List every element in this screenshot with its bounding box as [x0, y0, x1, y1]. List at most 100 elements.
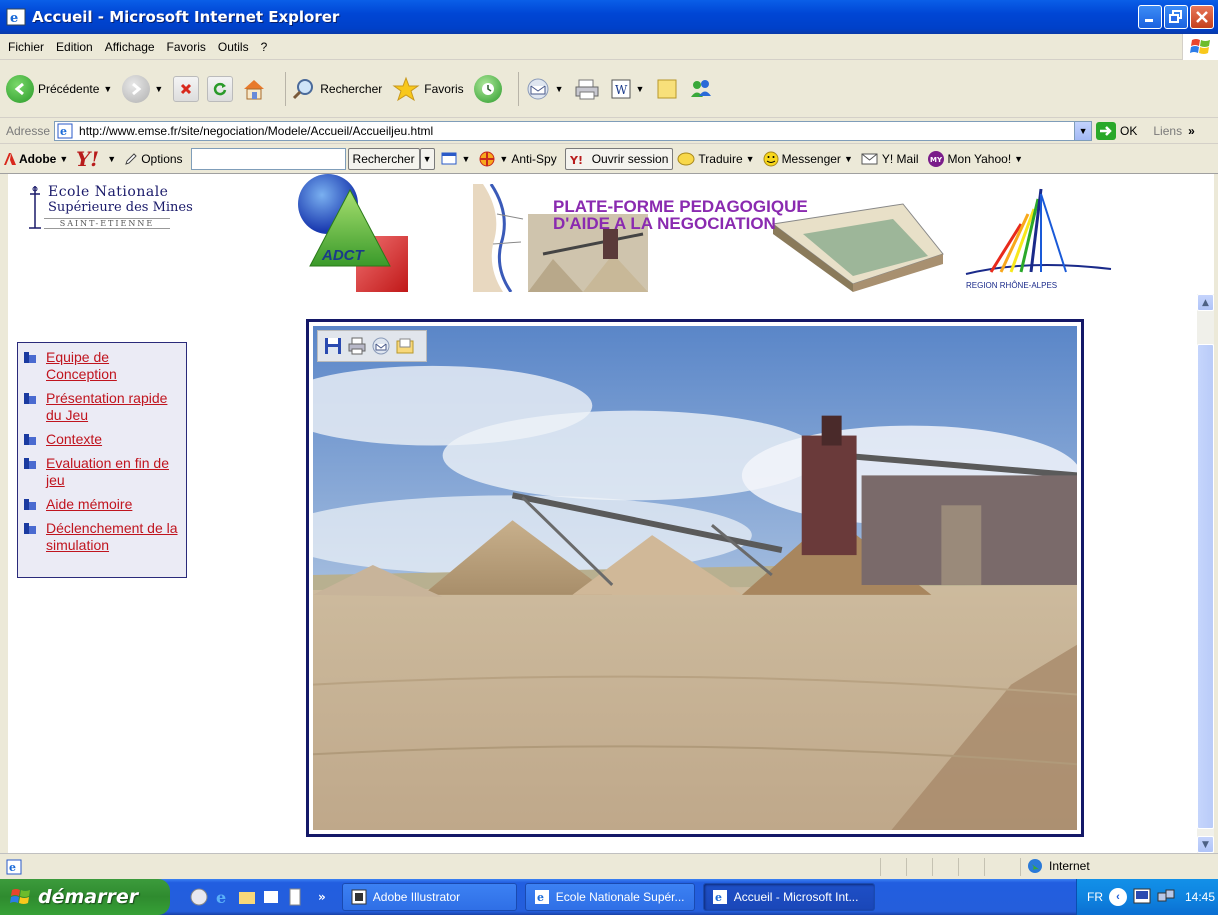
nav-item-contexte[interactable]: Contexte: [24, 431, 182, 448]
open-session-button[interactable]: Y! Ouvrir session: [564, 147, 674, 170]
print-icon[interactable]: [574, 76, 600, 102]
links-label[interactable]: Liens: [1153, 124, 1182, 138]
ymail-button[interactable]: Y! Mail: [861, 152, 919, 166]
forward-button[interactable]: ▼: [122, 74, 163, 103]
history-icon[interactable]: [473, 74, 502, 103]
restore-button[interactable]: [1164, 5, 1188, 29]
close-button[interactable]: [1190, 5, 1214, 29]
tray-collapse-icon[interactable]: ‹: [1109, 888, 1127, 906]
yahoo-dropdown-icon[interactable]: ▼: [107, 154, 116, 164]
tray-app-icon[interactable]: [1133, 888, 1151, 907]
quick-launch-more-icon[interactable]: »: [318, 890, 326, 904]
quick-launch-app-icon[interactable]: [190, 888, 208, 906]
print-image-icon[interactable]: [348, 337, 366, 355]
address-input[interactable]: e http://www.emse.fr/site/negociation/Mo…: [54, 120, 1093, 141]
adobe-button[interactable]: Adobe ▼: [4, 152, 68, 166]
school-logo[interactable]: Ecole Nationale Supérieure des Mines SAI…: [26, 184, 193, 229]
menu-fichier[interactable]: Fichier: [4, 40, 52, 54]
translate-button[interactable]: Traduire ▼: [677, 151, 755, 167]
options-button[interactable]: Options: [124, 152, 183, 166]
start-button[interactable]: démarrer: [0, 879, 170, 915]
nav-link-equipe[interactable]: Equipe de Conception: [46, 349, 182, 383]
yahoo-search-input[interactable]: [190, 147, 346, 170]
yahoo-logo-icon: Y!: [76, 149, 99, 169]
quick-launch-folder-icon[interactable]: [238, 888, 256, 906]
menu-edition[interactable]: Edition: [52, 40, 101, 54]
edit-button[interactable]: W ▼: [610, 78, 645, 100]
popup-dropdown-icon[interactable]: ▼: [462, 154, 471, 164]
search-dropdown-icon[interactable]: ▼: [419, 147, 435, 170]
antispy-icon: [479, 151, 495, 166]
back-button[interactable]: Précédente ▼: [6, 74, 112, 103]
clock[interactable]: 14:45: [1185, 890, 1215, 904]
popup-blocker-button[interactable]: ▼: [441, 152, 471, 166]
address-dropdown-icon[interactable]: ▼: [1074, 121, 1092, 140]
page-icon: e: [57, 123, 73, 138]
edit-dropdown-icon[interactable]: ▼: [636, 84, 645, 94]
nav-item-aide[interactable]: Aide mémoire: [24, 496, 182, 513]
scroll-down-icon[interactable]: ▼: [1197, 836, 1214, 853]
my-yahoo-button[interactable]: MY Mon Yahoo! ▼: [927, 150, 1023, 168]
translate-label: Traduire: [698, 151, 743, 166]
antispy-dropdown-icon[interactable]: ▼: [499, 154, 508, 164]
task-adobe-illustrator[interactable]: Adobe Illustrator: [341, 883, 517, 911]
messenger-dropdown-icon[interactable]: ▼: [844, 154, 853, 164]
quick-launch-outlook-icon[interactable]: [262, 888, 280, 906]
minimize-button[interactable]: [1138, 5, 1162, 29]
messenger-people-icon[interactable]: [688, 76, 714, 102]
home-icon[interactable]: [241, 76, 267, 102]
favorites-star-icon: [392, 76, 420, 101]
yahoo-search-button[interactable]: Rechercher: [347, 147, 420, 170]
task-accueil[interactable]: e Accueil - Microsoft Int...: [702, 883, 875, 911]
nav-item-declenchement[interactable]: Déclenchement de la simulation: [24, 520, 182, 554]
nav-link-contexte[interactable]: Contexte: [46, 431, 102, 448]
forward-dropdown-icon[interactable]: ▼: [154, 84, 163, 94]
zone-label: Internet: [1049, 859, 1090, 873]
refresh-icon[interactable]: [207, 75, 234, 102]
nav-item-equipe[interactable]: Equipe de Conception: [24, 349, 182, 383]
nav-link-presentation[interactable]: Présentation rapide du Jeu: [46, 390, 182, 424]
nav-bullet-icon: [24, 434, 36, 445]
yahoo-logo-button[interactable]: Y! ▼: [76, 149, 116, 169]
antispy-button[interactable]: ▼ Anti-Spy: [478, 150, 557, 168]
menu-outils[interactable]: Outils: [214, 40, 257, 54]
go-button[interactable]: OK: [1096, 121, 1137, 140]
favorites-button[interactable]: Favoris: [392, 76, 464, 102]
scroll-thumb[interactable]: [1197, 344, 1214, 829]
nav-item-presentation[interactable]: Présentation rapide du Jeu: [24, 390, 182, 424]
back-dropdown-icon[interactable]: ▼: [103, 84, 112, 94]
open-folder-icon[interactable]: [396, 337, 414, 355]
network-icon[interactable]: [1157, 888, 1175, 907]
save-image-icon[interactable]: [324, 337, 342, 355]
nav-link-declenchement[interactable]: Déclenchement de la simulation: [46, 520, 182, 554]
scroll-up-icon[interactable]: ▲: [1197, 294, 1214, 311]
menu-affichage[interactable]: Affichage: [101, 40, 163, 54]
stop-icon[interactable]: [173, 75, 200, 102]
mail-dropdown-icon[interactable]: ▼: [555, 84, 564, 94]
task-ecole-nationale[interactable]: e Ecole Nationale Supér...: [524, 883, 695, 911]
window-controls: [1138, 5, 1214, 29]
links-chevron-icon[interactable]: »: [1188, 124, 1195, 138]
notes-icon[interactable]: [654, 76, 680, 102]
nav-item-evaluation[interactable]: Evaluation en fin de jeu: [24, 455, 182, 489]
toolbar-separator: [285, 71, 287, 106]
quick-launch-doc-icon[interactable]: [286, 888, 304, 906]
adobe-dropdown-icon[interactable]: ▼: [59, 154, 68, 164]
menu-help[interactable]: ?: [257, 40, 276, 54]
search-button[interactable]: Rechercher: [292, 77, 382, 101]
nav-link-aide[interactable]: Aide mémoire: [46, 496, 132, 513]
pencil-icon: [125, 152, 137, 165]
translate-dropdown-icon[interactable]: ▼: [746, 154, 755, 164]
language-indicator[interactable]: FR: [1087, 890, 1103, 904]
adct-logo[interactable]: ADCT: [290, 174, 418, 294]
mail-image-icon[interactable]: [372, 337, 390, 355]
translate-bubble-icon: [677, 152, 695, 165]
menu-favoris[interactable]: Favoris: [163, 40, 214, 54]
nav-link-evaluation[interactable]: Evaluation en fin de jeu: [46, 455, 182, 489]
nav-bullet-icon: [24, 523, 36, 534]
my-yahoo-dropdown-icon[interactable]: ▼: [1014, 154, 1023, 164]
vertical-scrollbar[interactable]: ▲ ▼: [1197, 294, 1214, 853]
mail-button[interactable]: ▼: [525, 77, 564, 101]
messenger-button[interactable]: Messenger ▼: [763, 151, 853, 167]
quick-launch-ie-icon[interactable]: e: [214, 888, 232, 907]
